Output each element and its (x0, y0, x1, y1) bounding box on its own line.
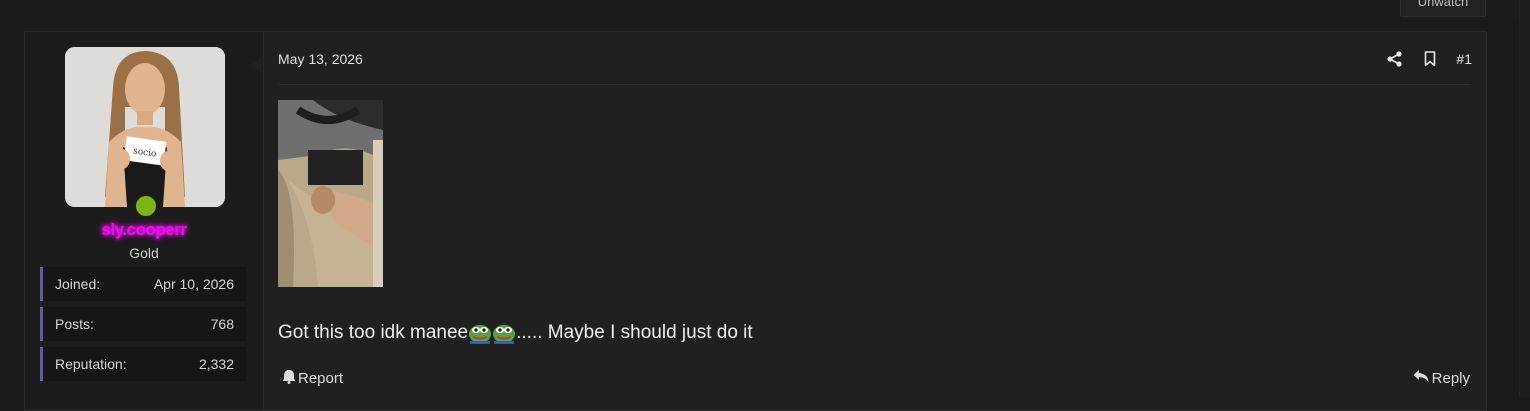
post-actions: #1 (1384, 49, 1472, 69)
avatar[interactable]: socio (65, 47, 225, 207)
stat-posts: Posts: 768 (40, 307, 246, 341)
pepe-icon (468, 322, 492, 344)
unwatch-button[interactable]: Unwatch (1400, 0, 1486, 17)
message-body: Got this too idk manee ..... Maybe I sho… (278, 322, 753, 344)
stat-reputation: Reputation: 2,332 (40, 347, 246, 381)
stat-value: 768 (210, 316, 234, 332)
share-icon[interactable] (1384, 51, 1404, 67)
post-arrow (251, 56, 263, 74)
message-text-start: Got this too idk manee (278, 322, 469, 343)
online-status-icon (134, 194, 158, 218)
attachment-image (278, 100, 383, 287)
user-title: Gold (129, 245, 159, 261)
bell-icon (282, 369, 296, 388)
pepe-icon (492, 322, 516, 344)
stat-value: Apr 10, 2026 (153, 276, 234, 292)
report-button[interactable]: Report (282, 369, 343, 388)
top-bar: Unwatch (0, 0, 1530, 20)
stat-label: Posts: (55, 316, 94, 332)
user-panel: socio sly.cooperr Gold Joined: Apr 10, 2… (25, 32, 264, 410)
attachment-thumbnail[interactable] (278, 100, 383, 287)
post-number-link[interactable]: #1 (1456, 51, 1472, 67)
post-message: socio sly.cooperr Gold Joined: Apr 10, 2… (24, 31, 1487, 411)
avatar-image: socio (65, 47, 225, 207)
reply-label: Reply (1431, 369, 1470, 387)
stat-label: Reputation: (55, 356, 127, 372)
post-divider (278, 84, 1471, 85)
stat-joined: Joined: Apr 10, 2026 (40, 267, 246, 301)
reply-button[interactable]: Reply (1413, 369, 1470, 387)
post-date[interactable]: May 13, 2026 (278, 51, 363, 67)
message-text-end: ..... Maybe I should just do it (516, 322, 753, 343)
stat-label: Joined: (55, 276, 101, 292)
scrollbar[interactable] (1519, 0, 1530, 397)
bookmark-icon[interactable] (1420, 51, 1440, 67)
username[interactable]: sly.cooperr (25, 220, 263, 240)
reply-icon (1413, 369, 1429, 387)
stat-value: 2,332 (198, 356, 234, 372)
report-label: Report (298, 370, 344, 387)
